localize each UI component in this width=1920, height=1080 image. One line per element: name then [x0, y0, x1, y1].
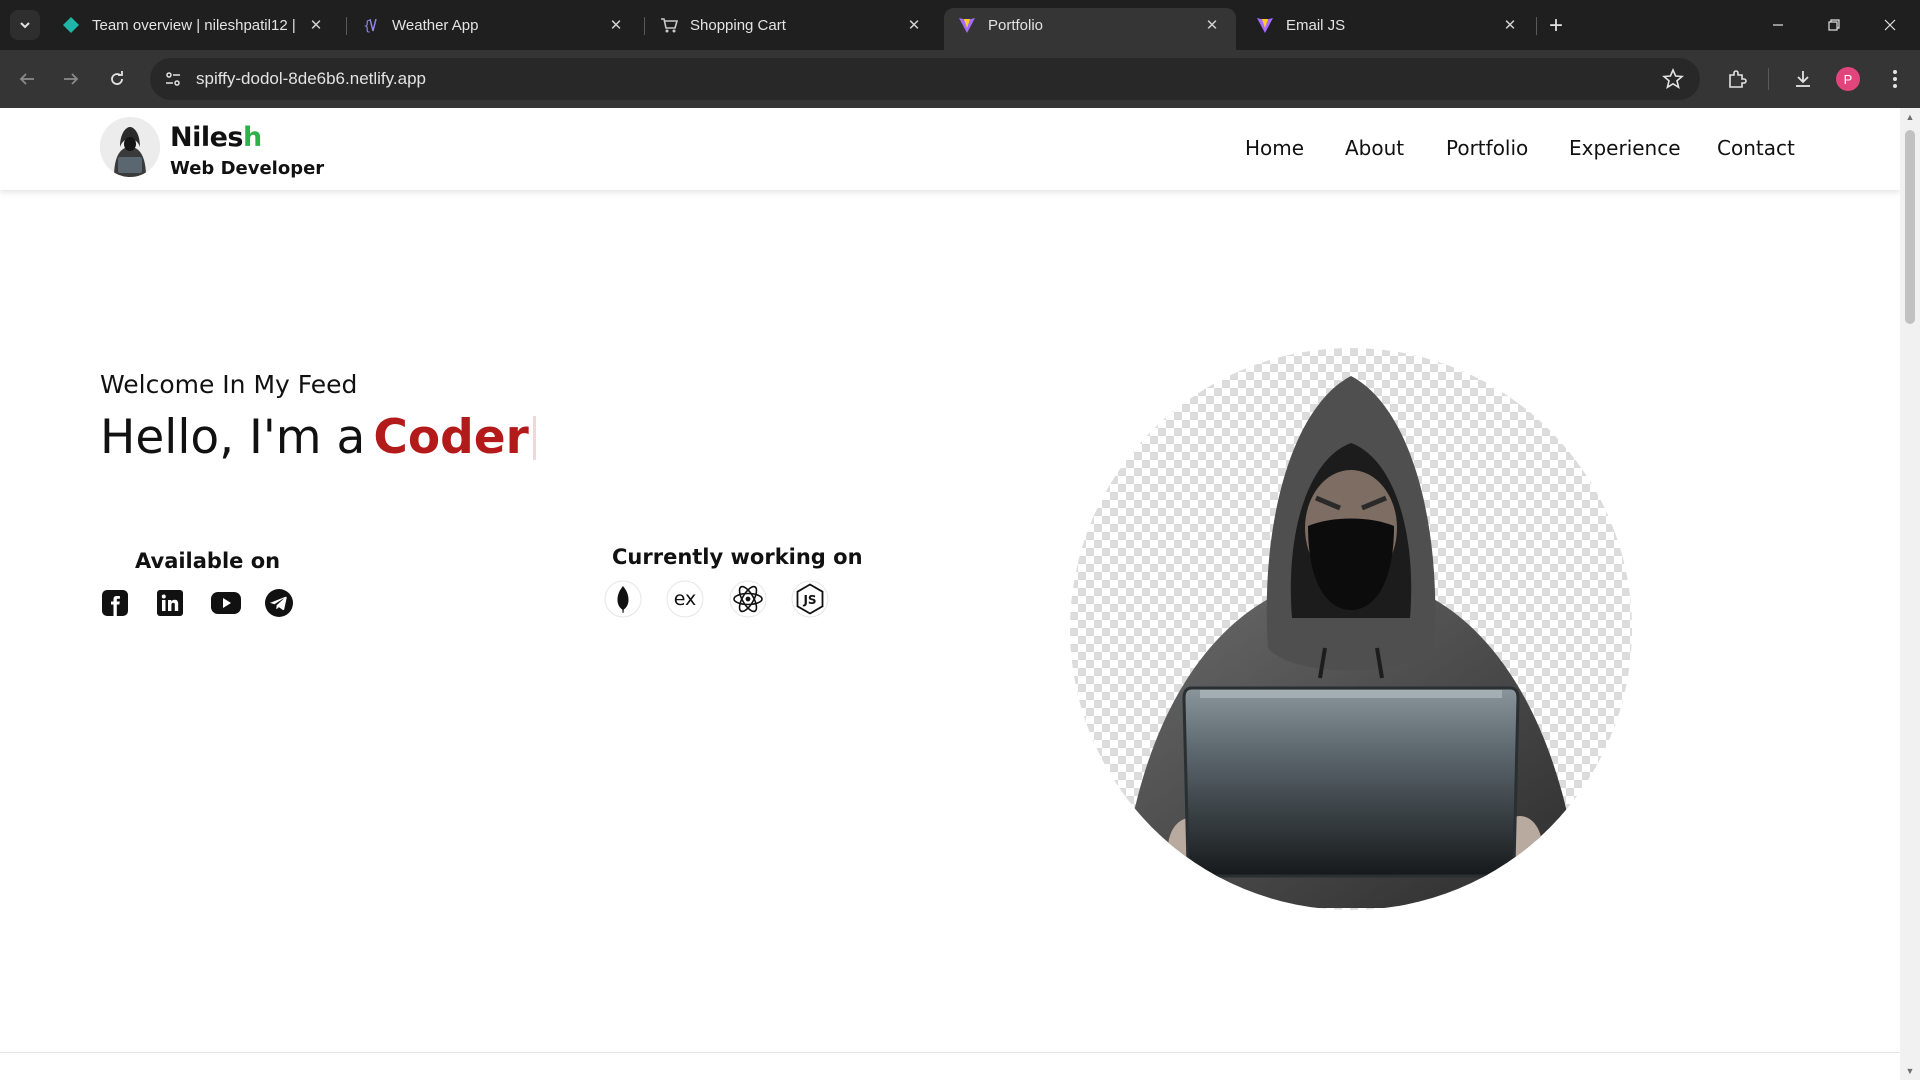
tab-strip: Team overview | nileshpatil12 | N ✕ { We… — [0, 0, 1920, 50]
puzzle-icon — [1729, 70, 1747, 88]
chevron-down-icon — [20, 22, 30, 29]
brand-name-accent: h — [243, 122, 262, 153]
vite-icon — [1256, 16, 1274, 34]
tab-title: Shopping Cart — [690, 16, 786, 34]
restore-icon — [1828, 19, 1840, 31]
reload-icon — [111, 71, 123, 85]
arrow-right-icon — [64, 73, 79, 85]
tab-title: Email JS — [1286, 16, 1346, 34]
tab-title: Weather App — [392, 16, 479, 34]
scroll-up-icon[interactable]: ▲ — [1905, 112, 1915, 122]
arrow-left-icon — [19, 73, 34, 85]
close-icon[interactable]: ✕ — [306, 15, 326, 35]
scrollbar-thumb[interactable] — [1905, 130, 1915, 324]
linkedin-icon[interactable] — [155, 588, 185, 618]
vite-app-icon: { — [362, 16, 380, 34]
downloads-button[interactable] — [1788, 64, 1818, 94]
svg-text:ex: ex — [674, 588, 697, 610]
reload-button[interactable] — [102, 64, 132, 94]
back-button[interactable] — [12, 64, 42, 94]
nodejs-icon: JS — [791, 580, 829, 618]
browser-menu-button[interactable] — [1880, 64, 1910, 94]
available-on-label: Available on — [135, 549, 281, 573]
close-icon[interactable]: ✕ — [1500, 15, 1520, 35]
section-divider — [0, 1052, 1900, 1053]
tab-title: Team overview | nileshpatil12 | N — [92, 16, 298, 34]
nav-contact[interactable]: Contact — [1717, 136, 1795, 160]
hero-welcome: Welcome In My Feed — [100, 370, 358, 399]
hero-typed-role: Coder — [373, 410, 529, 465]
download-icon — [1796, 71, 1810, 87]
tab-portfolio[interactable]: Portfolio ✕ — [944, 8, 1236, 50]
profile-avatar[interactable]: P — [1836, 67, 1860, 91]
brand-avatar — [100, 117, 160, 177]
close-window-button[interactable] — [1872, 8, 1908, 42]
scroll-down-icon[interactable]: ▼ — [1905, 1066, 1915, 1076]
vite-icon — [958, 16, 976, 34]
brand-role: Web Developer — [170, 158, 325, 179]
nav-experience[interactable]: Experience — [1569, 136, 1681, 160]
telegram-icon[interactable] — [264, 588, 294, 618]
close-icon — [1884, 19, 1896, 31]
tab-shopping-cart[interactable]: Shopping Cart ✕ — [646, 8, 938, 42]
currently-working-label: Currently working on — [612, 545, 863, 569]
brand-name-main: Niles — [170, 122, 244, 153]
youtube-icon[interactable] — [209, 588, 243, 618]
minimize-icon — [1773, 24, 1783, 26]
tab-email-js[interactable]: Email JS ✕ — [1242, 8, 1534, 42]
netlify-icon — [62, 16, 80, 34]
restore-button[interactable] — [1816, 8, 1852, 42]
close-icon[interactable]: ✕ — [1202, 15, 1222, 35]
tab-search-button[interactable] — [10, 10, 40, 40]
react-icon — [729, 580, 767, 618]
minimize-button[interactable] — [1760, 8, 1796, 42]
address-bar[interactable]: spiffy-dodol-8de6b6.netlify.app — [150, 58, 1700, 100]
url-text: spiffy-dodol-8de6b6.netlify.app — [196, 69, 426, 88]
tab-team-overview[interactable]: Team overview | nileshpatil12 | N ✕ — [48, 8, 340, 42]
tab-title: Portfolio — [988, 16, 1044, 34]
site-navbar: Nilesh Web Developer Home About Portfoli… — [0, 108, 1900, 190]
star-icon[interactable] — [1662, 68, 1684, 90]
nav-portfolio[interactable]: Portfolio — [1446, 136, 1528, 160]
new-tab-button[interactable]: + — [1542, 12, 1570, 40]
extensions-button[interactable] — [1722, 64, 1752, 94]
close-icon[interactable]: ✕ — [904, 15, 924, 35]
nav-home[interactable]: Home — [1245, 136, 1304, 160]
more-vert-icon — [1893, 70, 1897, 88]
brand-name[interactable]: Nilesh — [170, 122, 262, 153]
cart-icon — [660, 16, 678, 34]
facebook-icon[interactable] — [100, 588, 130, 618]
express-icon: ex — [666, 580, 704, 618]
svg-text:JS: JS — [802, 593, 816, 607]
nav-about[interactable]: About — [1345, 136, 1404, 160]
hero-headline: Hello, I'm a Coder — [100, 410, 536, 465]
page-scrollbar[interactable]: ▲ ▼ — [1900, 108, 1920, 1080]
mongodb-icon — [604, 580, 642, 618]
hero-image — [1070, 348, 1632, 910]
typing-cursor — [532, 415, 536, 460]
site-info-icon[interactable] — [158, 64, 188, 94]
hero-headline-prefix: Hello, I'm a — [100, 410, 366, 465]
close-icon[interactable]: ✕ — [606, 15, 626, 35]
forward-button[interactable] — [56, 64, 86, 94]
web-page: Nilesh Web Developer Home About Portfoli… — [0, 108, 1900, 1080]
tab-weather-app[interactable]: { Weather App ✕ — [348, 8, 640, 42]
